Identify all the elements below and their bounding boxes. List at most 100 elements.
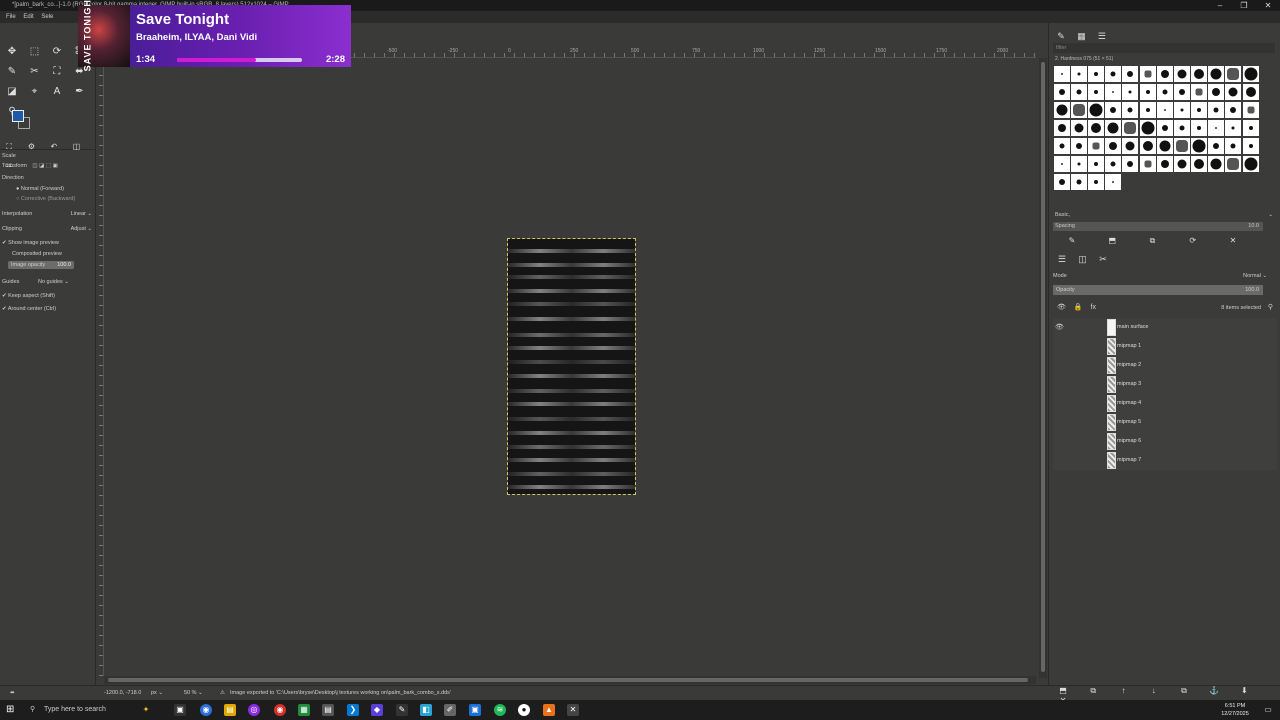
brush-swatch[interactable]: [1173, 119, 1190, 136]
app5-icon[interactable]: ●: [518, 704, 530, 716]
brush-swatch[interactable]: [1105, 65, 1122, 82]
brush-swatch[interactable]: [1122, 101, 1139, 118]
brush-swatch[interactable]: [1053, 65, 1070, 82]
brush-swatch[interactable]: [1087, 137, 1104, 154]
brush-swatch[interactable]: [1242, 65, 1259, 82]
task-view-icon[interactable]: ▣: [174, 704, 186, 716]
keep-aspect-checkbox[interactable]: ✔ Keep aspect (Shift): [2, 291, 94, 301]
fonts-tab-icon[interactable]: ☰: [1094, 31, 1110, 42]
show-preview-checkbox[interactable]: ✔ Show image preview: [2, 238, 94, 248]
brush-swatch[interactable]: [1191, 101, 1208, 118]
brush-swatch[interactable]: [1208, 119, 1225, 136]
around-center-checkbox[interactable]: ✔ Around center (Ctrl): [2, 304, 94, 314]
quick-mask-icon[interactable]: ⬌: [10, 686, 15, 701]
brush-swatch[interactable]: [1242, 155, 1259, 172]
layer-row[interactable]: mipmap 7: [1053, 451, 1277, 470]
brush-swatch[interactable]: [1087, 83, 1104, 100]
notes-icon[interactable]: ▤: [322, 704, 334, 716]
browser-icon[interactable]: ◉: [274, 704, 286, 716]
delete-brush-icon[interactable]: ✕: [1214, 236, 1252, 245]
new-layer-icon[interactable]: ⬒: [1049, 686, 1077, 695]
brush-swatch[interactable]: [1208, 137, 1225, 154]
effects-icon[interactable]: fx: [1091, 304, 1096, 311]
brush-swatch[interactable]: [1122, 119, 1139, 136]
brush-swatch[interactable]: [1070, 173, 1087, 190]
pen-icon[interactable]: ✎: [396, 704, 408, 716]
brush-swatch[interactable]: [1208, 83, 1225, 100]
taskbar-search[interactable]: ⚲ Type here to search: [26, 702, 126, 718]
scissors-tool-icon[interactable]: ✂: [26, 64, 42, 80]
brush-swatch[interactable]: [1105, 155, 1122, 172]
brush-swatch[interactable]: [1225, 137, 1242, 154]
brush-swatch[interactable]: [1208, 101, 1225, 118]
edit-brush-icon[interactable]: ✎: [1053, 236, 1091, 245]
brush-swatch[interactable]: [1070, 119, 1087, 136]
brush-swatch[interactable]: [1105, 119, 1122, 136]
unit-select[interactable]: px ⌄: [151, 686, 163, 701]
move-tool-icon[interactable]: ✥: [4, 44, 20, 60]
eye-icon[interactable]: 👁: [1057, 304, 1066, 311]
layer-mode-select[interactable]: Mode Normal ⌄: [1053, 271, 1275, 281]
layer-opacity-slider[interactable]: Opacity 100.0: [1053, 285, 1263, 295]
brush-swatch[interactable]: [1053, 155, 1070, 172]
brush-swatch[interactable]: [1053, 137, 1070, 154]
brush-swatch[interactable]: [1242, 119, 1259, 136]
brush-swatch[interactable]: [1173, 155, 1190, 172]
brush-swatch[interactable]: [1156, 83, 1173, 100]
brush-swatch[interactable]: [1122, 83, 1139, 100]
layer-row[interactable]: 👁 main surface: [1053, 318, 1277, 337]
brush-swatch[interactable]: [1191, 119, 1208, 136]
brush-swatch[interactable]: [1070, 83, 1087, 100]
zoom-select[interactable]: 50 % ⌄: [184, 686, 203, 701]
brush-swatch[interactable]: [1139, 101, 1156, 118]
brush-swatch[interactable]: [1139, 83, 1156, 100]
brush-tag-field[interactable]: Basic, ⌄: [1053, 210, 1275, 220]
chrome-icon[interactable]: ◉: [200, 704, 212, 716]
brush-swatch[interactable]: [1191, 65, 1208, 82]
brush-swatch[interactable]: [1191, 137, 1208, 154]
brush-swatch[interactable]: [1242, 83, 1259, 100]
transform-mode-icons[interactable]: ◫ ◪ ⬚ ▣: [32, 163, 57, 169]
brush-swatch[interactable]: [1105, 101, 1122, 118]
texture-image[interactable]: [507, 238, 636, 495]
brush-swatch[interactable]: [1105, 173, 1122, 190]
merge-down-icon[interactable]: ⬇: [1230, 686, 1258, 695]
brush-swatch[interactable]: [1087, 155, 1104, 172]
copilot-icon[interactable]: ✦: [140, 704, 152, 716]
duplicate-brush-icon[interactable]: ⧉: [1133, 236, 1171, 246]
interpolation-select[interactable]: Interpolation Linear ⌄: [2, 209, 94, 219]
app2-icon[interactable]: ◆: [371, 704, 383, 716]
paths-tab-icon[interactable]: ✂: [1094, 254, 1112, 265]
layer-visibility-icon[interactable]: 👁: [1055, 318, 1064, 337]
app4-icon[interactable]: ▣: [469, 704, 481, 716]
brush-swatch[interactable]: [1242, 101, 1259, 118]
brush-swatch[interactable]: [1070, 65, 1087, 82]
brush-swatch[interactable]: [1087, 65, 1104, 82]
brush-swatch[interactable]: [1139, 119, 1156, 136]
layer-row[interactable]: mipmap 5: [1053, 413, 1277, 432]
maximize-button[interactable]: ❐: [1232, 0, 1256, 11]
new-group-icon[interactable]: ⧉: [1079, 686, 1107, 696]
minimize-button[interactable]: –: [1208, 0, 1232, 11]
foreground-color-swatch[interactable]: [12, 110, 24, 122]
layer-row[interactable]: mipmap 3: [1053, 375, 1277, 394]
direction-normal-radio[interactable]: ● Normal (Forward): [16, 184, 108, 194]
image-opacity-slider[interactable]: Image opacity 100.0: [8, 261, 74, 269]
composited-preview-checkbox[interactable]: Composited preview: [12, 249, 104, 259]
app7-icon[interactable]: ✕: [567, 704, 579, 716]
brush-swatch[interactable]: [1242, 137, 1259, 154]
sheets-icon[interactable]: ▦: [298, 704, 310, 716]
taskbar-clock[interactable]: 6:51 PM 12/27/2025: [1218, 702, 1252, 718]
anchor-layer-icon[interactable]: ⚓: [1200, 686, 1228, 695]
brush-swatch[interactable]: [1139, 137, 1156, 154]
brush-swatch[interactable]: [1070, 137, 1087, 154]
channels-tab-icon[interactable]: ◫: [1074, 254, 1092, 265]
bucket-fill-tool-icon[interactable]: ◪: [4, 84, 20, 100]
layers-tab-icon[interactable]: ☰: [1053, 254, 1071, 265]
layer-row[interactable]: mipmap 4: [1053, 394, 1277, 413]
spotify-icon[interactable]: ≋: [494, 704, 506, 716]
brush-swatch[interactable]: [1156, 101, 1173, 118]
brush-swatch[interactable]: [1139, 65, 1156, 82]
horizontal-scrollbar[interactable]: [104, 676, 1036, 684]
brush-swatch[interactable]: [1156, 137, 1173, 154]
